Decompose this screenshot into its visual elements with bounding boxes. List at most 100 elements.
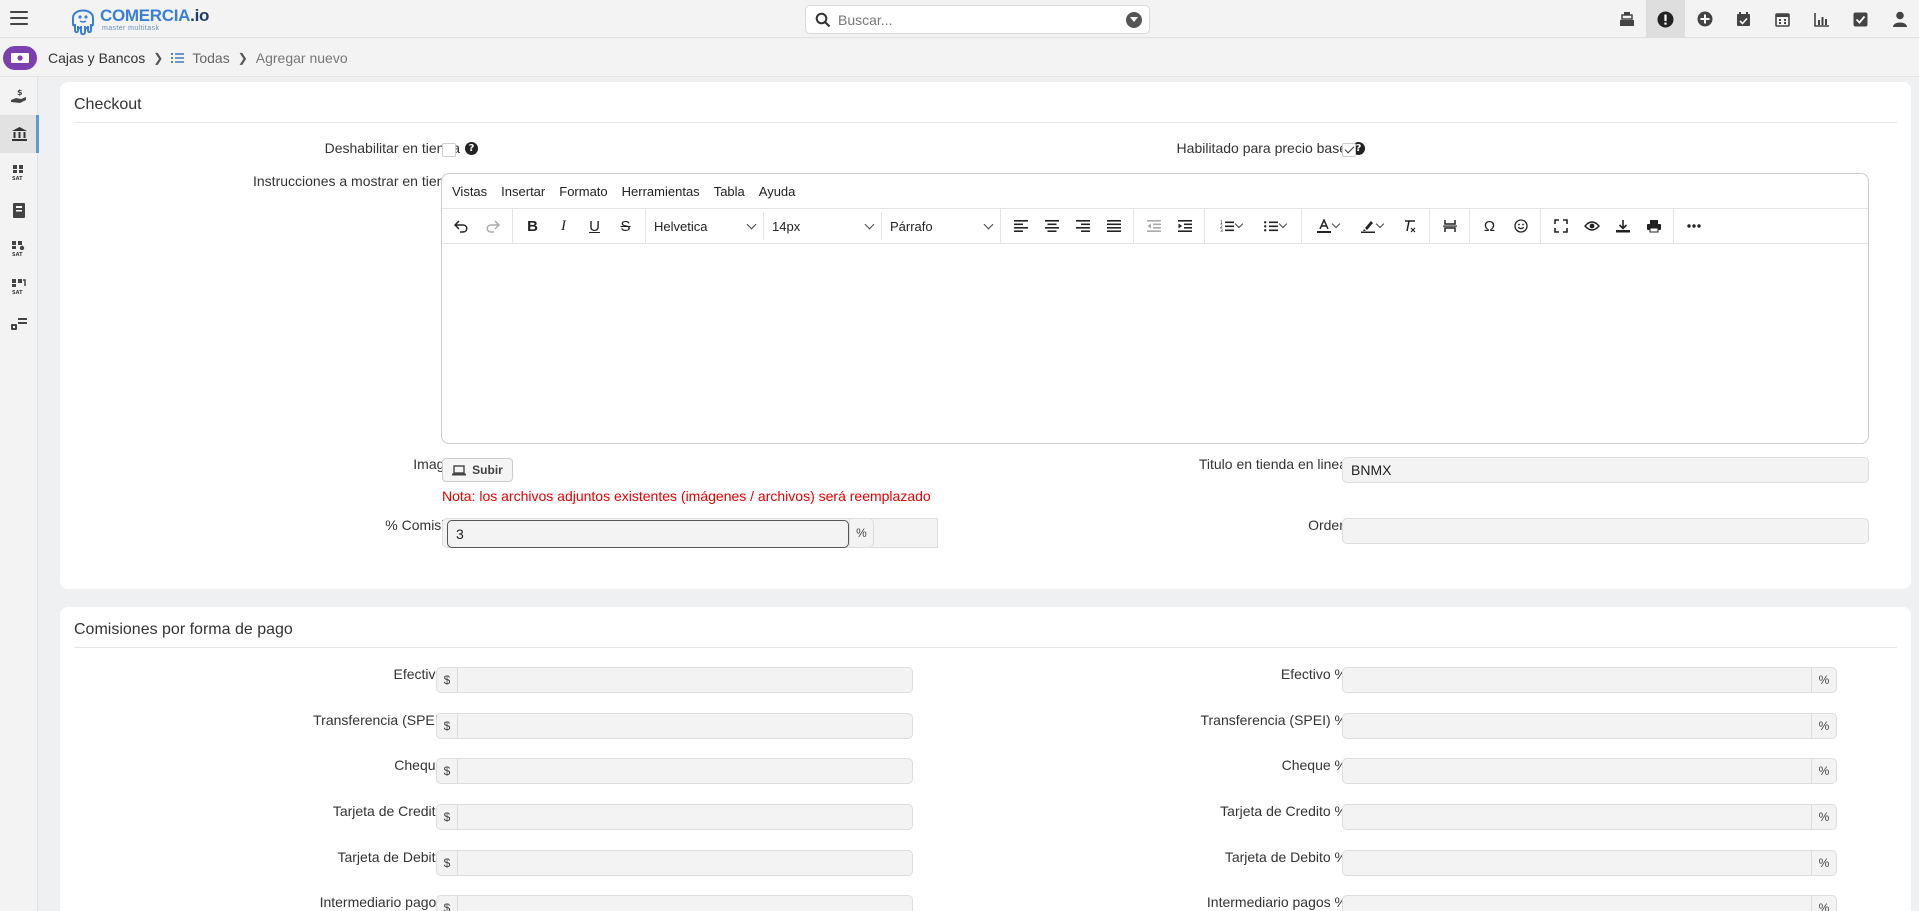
currency-addon: $ xyxy=(436,895,458,911)
menu-ayuda[interactable]: Ayuda xyxy=(759,184,796,199)
transfer-icon[interactable] xyxy=(0,305,38,343)
alert-icon[interactable] xyxy=(1646,0,1685,38)
currency-addon: $ xyxy=(436,713,458,739)
page-break-icon[interactable] xyxy=(1434,212,1465,240)
search-icon xyxy=(815,12,831,28)
help-icon[interactable]: ? xyxy=(465,141,478,155)
menu-herramientas[interactable]: Herramientas xyxy=(622,184,700,199)
transfer-spei-amount-input[interactable] xyxy=(457,713,913,739)
hand-money-icon[interactable]: $ xyxy=(0,77,38,115)
debit-card-percent-input[interactable] xyxy=(1342,850,1812,876)
bullet-list-icon[interactable] xyxy=(1253,212,1297,240)
credit-card-percent-input[interactable] xyxy=(1342,804,1812,830)
cash-percent-input[interactable] xyxy=(1342,667,1812,693)
disable-in-store-checkbox[interactable] xyxy=(442,143,456,157)
sat-icon[interactable]: SAT xyxy=(0,153,38,191)
calendar-icon[interactable] xyxy=(1763,0,1802,38)
strikethrough-icon[interactable]: S xyxy=(610,212,641,240)
chevron-down-icon xyxy=(983,219,994,229)
emoji-icon[interactable] xyxy=(1505,212,1536,240)
search-dropdown-icon[interactable] xyxy=(1126,12,1142,28)
upload-button[interactable]: Subir xyxy=(442,458,513,482)
base-price-checkbox[interactable] xyxy=(1342,143,1356,157)
transfer-spei-percent-input[interactable] xyxy=(1342,713,1812,739)
base-price-label: Habilitado para precio base? xyxy=(1177,140,1365,156)
chevron-down-icon xyxy=(1234,219,1244,229)
outdent-icon[interactable] xyxy=(1138,212,1169,240)
italic-icon[interactable]: I xyxy=(548,212,579,240)
hamburger-menu-icon[interactable] xyxy=(10,8,28,28)
special-character-icon[interactable]: Ω xyxy=(1474,212,1505,240)
payment-commissions-title: Comisiones por forma de pago xyxy=(74,621,293,638)
svg-text:$: $ xyxy=(17,88,23,97)
align-right-icon[interactable] xyxy=(1067,212,1098,240)
chart-icon[interactable] xyxy=(1802,0,1841,38)
numbered-list-icon[interactable]: 123 xyxy=(1209,212,1253,240)
transfer-spei-percent-label: Transferencia (SPEI) %? xyxy=(1200,712,1365,728)
sat-gear-icon[interactable]: SAT xyxy=(0,229,38,267)
bold-icon[interactable]: B xyxy=(517,212,548,240)
percent-addon: % xyxy=(1811,804,1837,830)
check-amount-input[interactable] xyxy=(457,758,913,784)
search-input[interactable] xyxy=(838,10,1118,30)
indent-icon[interactable] xyxy=(1169,212,1200,240)
money-icon[interactable] xyxy=(3,46,37,70)
print-icon[interactable] xyxy=(1638,212,1669,240)
attachment-note: Nota: los archivos adjuntos existentes (… xyxy=(442,488,931,504)
plus-circle-icon[interactable] xyxy=(1685,0,1724,38)
bank-icon[interactable] xyxy=(0,115,39,153)
editor-content-area[interactable] xyxy=(442,244,1868,443)
breadcrumb-list[interactable]: Todas xyxy=(192,50,229,66)
clear-formatting-icon[interactable] xyxy=(1394,212,1425,240)
align-justify-icon[interactable] xyxy=(1098,212,1129,240)
download-icon[interactable] xyxy=(1607,212,1638,240)
payment-intermediary-amount-input[interactable] xyxy=(457,895,913,911)
chevron-down-icon xyxy=(1278,219,1288,229)
highlight-color-icon[interactable] xyxy=(1350,212,1394,240)
svg-text:SAT: SAT xyxy=(12,252,23,257)
store-title-input[interactable] xyxy=(1342,457,1869,483)
font-size-select[interactable]: 14px xyxy=(764,212,882,240)
app-logo[interactable]: COMERCIA.io master multitask xyxy=(68,2,218,36)
user-icon[interactable] xyxy=(1880,0,1919,38)
more-icon[interactable] xyxy=(1678,212,1709,240)
cash-register-icon[interactable] xyxy=(1607,0,1646,38)
menu-formato[interactable]: Formato xyxy=(559,184,607,199)
percent-addon: % xyxy=(1811,850,1837,876)
menu-vistas[interactable]: Vistas xyxy=(452,184,487,199)
sat-refresh-icon[interactable]: SAT xyxy=(0,267,38,305)
commission-input[interactable] xyxy=(447,520,849,548)
fullscreen-icon[interactable] xyxy=(1545,212,1576,240)
cash-amount-input[interactable] xyxy=(457,667,913,693)
check-percent-input[interactable] xyxy=(1342,758,1812,784)
ledger-icon[interactable] xyxy=(0,191,38,229)
top-bar: COMERCIA.io master multitask xyxy=(0,0,1919,38)
checkbox-icon[interactable] xyxy=(1841,0,1880,38)
chevron-down-icon xyxy=(1375,219,1385,229)
font-family-select[interactable]: Helvetica xyxy=(646,212,764,240)
text-color-icon[interactable] xyxy=(1306,212,1350,240)
debit-card-amount-input[interactable] xyxy=(457,850,913,876)
checkout-title: Checkout xyxy=(74,96,142,113)
rich-text-editor: Vistas Insertar Formato Herramientas Tab… xyxy=(441,173,1869,444)
search-box[interactable] xyxy=(805,5,1150,34)
preview-icon[interactable] xyxy=(1576,212,1607,240)
order-input[interactable] xyxy=(1342,518,1869,544)
logo-tagline: master multitask xyxy=(102,25,160,32)
redo-icon[interactable] xyxy=(477,212,508,240)
payment-intermediary-percent-input[interactable] xyxy=(1342,895,1812,911)
breadcrumb-section[interactable]: Cajas y Bancos xyxy=(48,50,145,66)
calendar-check-icon[interactable] xyxy=(1724,0,1763,38)
underline-icon[interactable]: U xyxy=(579,212,610,240)
align-left-icon[interactable] xyxy=(1005,212,1036,240)
store-title-label: Titulo en tienda en linea? xyxy=(1199,456,1365,472)
divider xyxy=(74,122,1897,123)
align-center-icon[interactable] xyxy=(1036,212,1067,240)
percent-addon: % xyxy=(1811,667,1837,693)
menu-insertar[interactable]: Insertar xyxy=(501,184,545,199)
menu-tabla[interactable]: Tabla xyxy=(714,184,745,199)
credit-card-amount-input[interactable] xyxy=(457,804,913,830)
undo-icon[interactable] xyxy=(446,212,477,240)
block-format-select[interactable]: Párrafo xyxy=(882,212,1000,240)
breadcrumb: Cajas y Bancos ❯ Todas ❯ Agregar nuevo xyxy=(48,50,348,66)
